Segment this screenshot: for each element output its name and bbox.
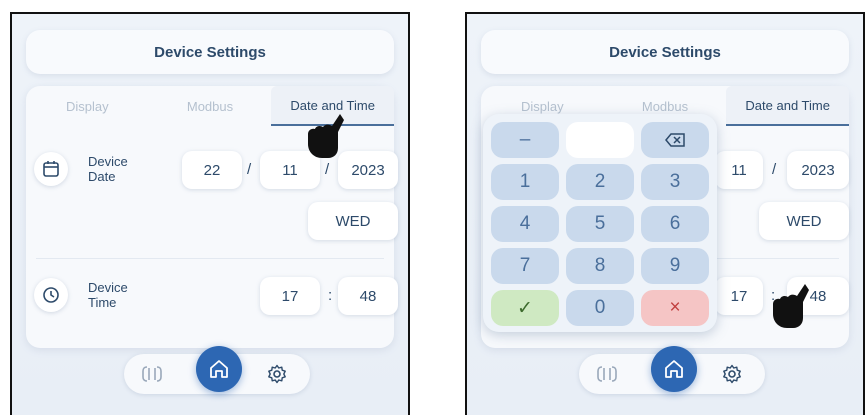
hand-pointer-icon <box>308 114 344 158</box>
month-field[interactable]: 11 <box>715 151 763 189</box>
key-minus[interactable]: – <box>491 122 559 158</box>
key-4[interactable]: 4 <box>491 206 559 242</box>
header: Device Settings <box>26 30 394 74</box>
bottom-nav <box>579 340 765 406</box>
key-7[interactable]: 7 <box>491 248 559 284</box>
time-separator: : <box>328 287 333 304</box>
key-2[interactable]: 2 <box>566 164 634 200</box>
date-separator: / <box>325 161 330 178</box>
hour-field[interactable]: 17 <box>260 277 320 315</box>
minute-field[interactable]: 48 <box>338 277 398 315</box>
device-time-label: Device Time <box>88 280 128 310</box>
key-1[interactable]: 1 <box>491 164 559 200</box>
tab-date-and-time[interactable]: Date and Time <box>726 86 850 126</box>
tab-modbus[interactable]: Modbus <box>149 86 272 126</box>
header: Device Settings <box>481 30 849 74</box>
home-icon <box>210 360 228 378</box>
device-date-label: Device Date <box>88 154 128 184</box>
connection-icon[interactable] <box>593 362 621 386</box>
tab-display[interactable]: Display <box>26 86 149 126</box>
key-6[interactable]: 6 <box>641 206 709 242</box>
connection-icon[interactable] <box>138 362 166 386</box>
year-field[interactable]: 2023 <box>787 151 849 189</box>
date-separator: / <box>772 161 777 178</box>
key-3[interactable]: 3 <box>641 164 709 200</box>
gear-icon[interactable] <box>264 362 290 386</box>
key-9[interactable]: 9 <box>641 248 709 284</box>
hour-field[interactable]: 17 <box>715 277 763 315</box>
key-cancel[interactable]: × <box>641 290 709 326</box>
weekday-field: WED <box>759 202 849 240</box>
key-8[interactable]: 8 <box>566 248 634 284</box>
page-title: Device Settings <box>609 43 721 61</box>
clock-icon <box>34 278 68 312</box>
hand-pointer-icon <box>773 284 809 328</box>
home-button[interactable] <box>196 346 242 392</box>
gear-icon[interactable] <box>719 362 745 386</box>
bottom-nav <box>124 340 310 406</box>
home-icon <box>665 360 683 378</box>
backspace-icon <box>665 133 685 147</box>
key-0[interactable]: 0 <box>566 290 634 326</box>
key-backspace[interactable] <box>641 122 709 158</box>
date-separator: / <box>247 161 252 178</box>
key-confirm[interactable]: ✓ <box>491 290 559 326</box>
numeric-keypad: – 1 2 3 4 5 6 7 8 9 ✓ 0 × <box>483 114 717 332</box>
device-settings-screen-left: Device Settings Display Modbus Date and … <box>10 12 410 415</box>
page-title: Device Settings <box>154 43 266 61</box>
home-button[interactable] <box>651 346 697 392</box>
keypad-display <box>566 122 634 158</box>
day-field[interactable]: 22 <box>182 151 242 189</box>
year-field[interactable]: 2023 <box>338 151 398 189</box>
device-settings-screen-right: Device Settings Display Modbus Date and … <box>465 12 865 415</box>
key-5[interactable]: 5 <box>566 206 634 242</box>
weekday-field: WED <box>308 202 398 240</box>
divider <box>36 258 384 259</box>
calendar-icon <box>34 152 68 186</box>
